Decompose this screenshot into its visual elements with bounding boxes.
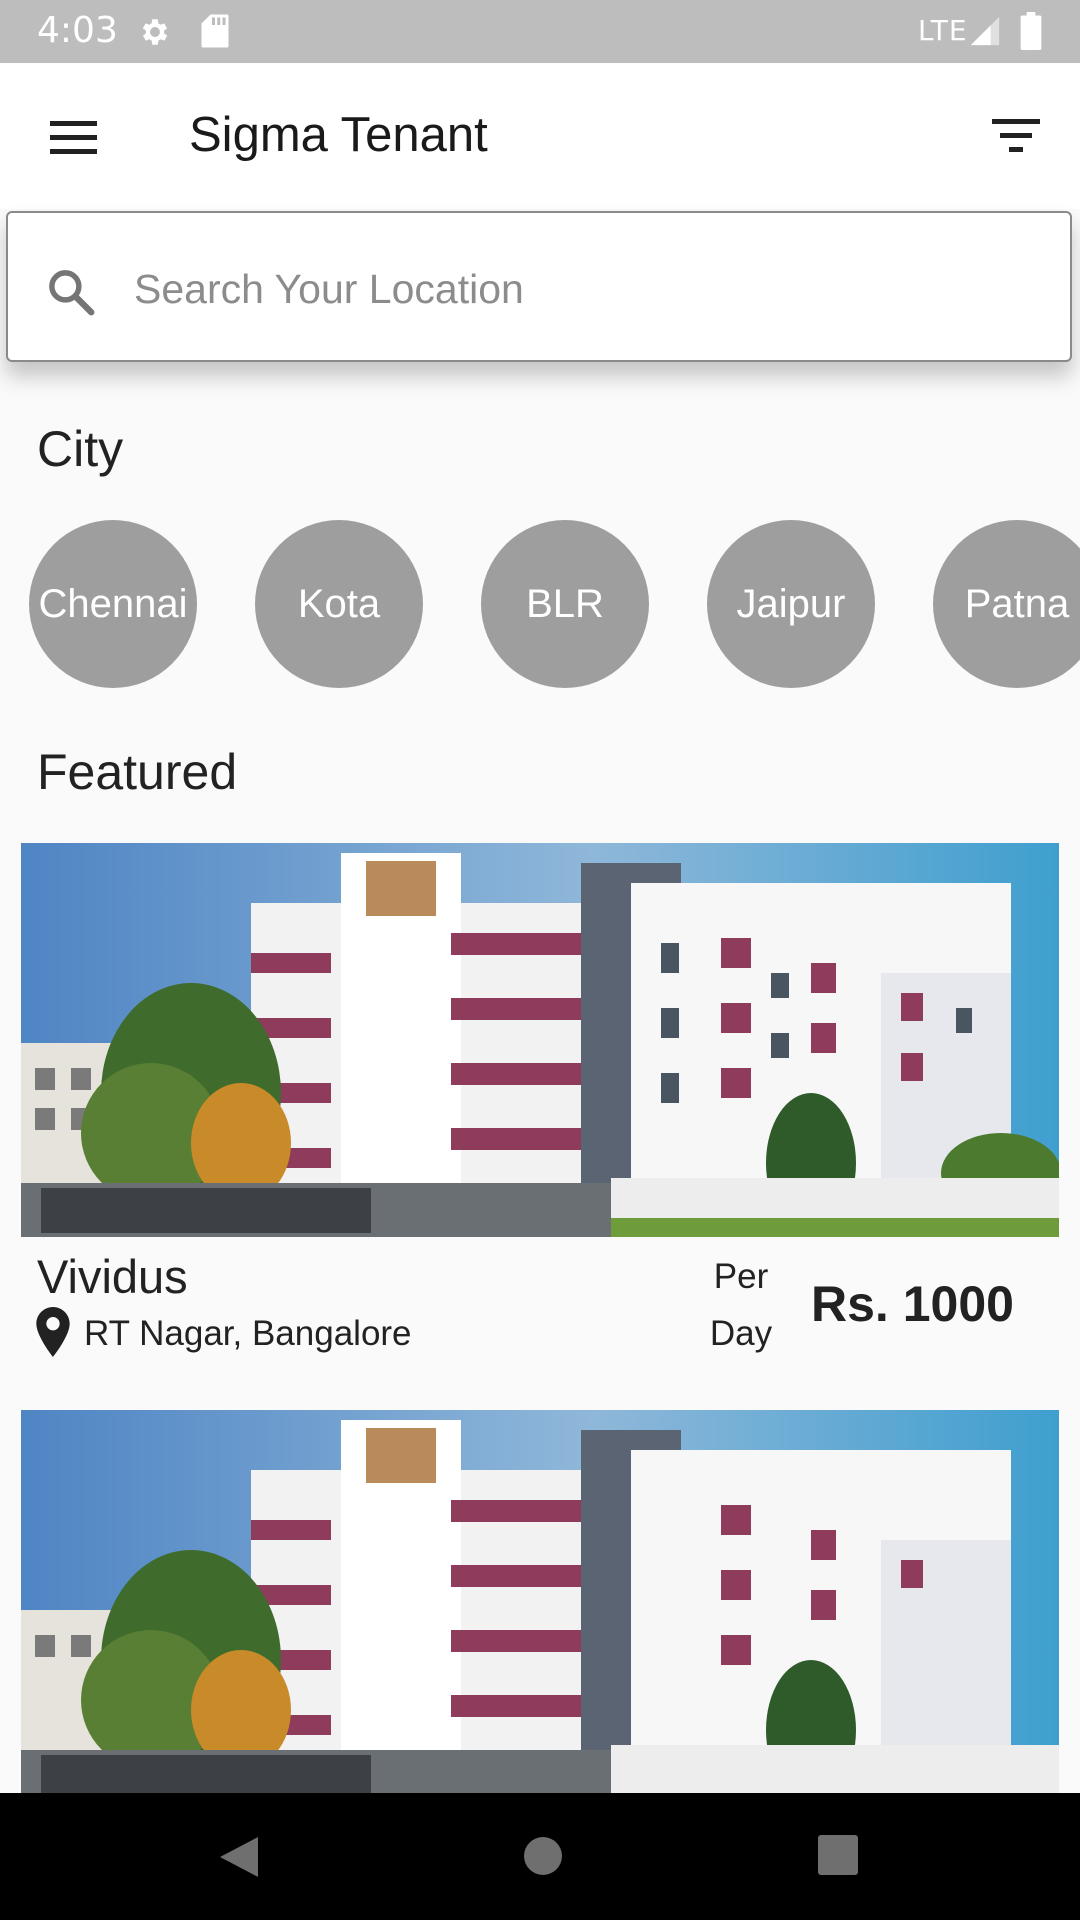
back-triangle-icon[interactable] — [214, 1833, 264, 1881]
search-bar — [6, 211, 1072, 362]
search-icon — [49, 270, 95, 316]
system-navigation-bar — [0, 1793, 1080, 1920]
property-price: Rs. 1000 — [811, 1276, 1014, 1332]
city-chip-kota[interactable]: Kota — [255, 520, 423, 688]
price-period-per: Per — [713, 1257, 769, 1296]
property-card[interactable] — [21, 1410, 1059, 1793]
hamburger-menu-icon[interactable] — [34, 105, 112, 169]
filter-icon[interactable] — [980, 105, 1052, 169]
settings-gear-icon — [142, 19, 168, 45]
location-pin-icon — [36, 1307, 70, 1357]
city-list: Chennai Kota BLR Jaipur Patna — [0, 520, 1080, 690]
battery-icon — [1020, 12, 1042, 50]
app-title: Sigma Tenant — [189, 108, 488, 162]
property-name: Vividus — [37, 1250, 188, 1303]
featured-section-heading: Featured — [37, 744, 238, 800]
city-chip-patna[interactable]: Patna — [933, 520, 1080, 688]
property-location: RT Nagar, Bangalore — [84, 1314, 412, 1353]
status-time: 4:03 — [37, 10, 118, 51]
property-photo[interactable] — [21, 843, 1059, 1237]
price-period: Per Day — [699, 1248, 783, 1362]
recent-apps-square-icon[interactable] — [816, 1833, 860, 1877]
status-bar: 4:03 LTE — [0, 0, 1080, 63]
network-type-label: LTE — [918, 14, 968, 47]
location-search-input[interactable] — [132, 249, 1036, 329]
signal-strength-icon — [970, 16, 1000, 46]
city-section-heading: City — [37, 421, 124, 477]
sd-card-icon — [201, 14, 229, 48]
property-photo[interactable] — [21, 1410, 1059, 1793]
city-chip-chennai[interactable]: Chennai — [29, 520, 197, 688]
city-chip-blr[interactable]: BLR — [481, 520, 649, 688]
property-card[interactable]: Vividus RT Nagar, Bangalore Per Day Rs. … — [21, 843, 1059, 1363]
app-bar: Sigma Tenant — [0, 63, 1080, 209]
city-chip-jaipur[interactable]: Jaipur — [707, 520, 875, 688]
price-period-unit: Day — [709, 1314, 773, 1353]
home-circle-icon[interactable] — [518, 1831, 568, 1881]
